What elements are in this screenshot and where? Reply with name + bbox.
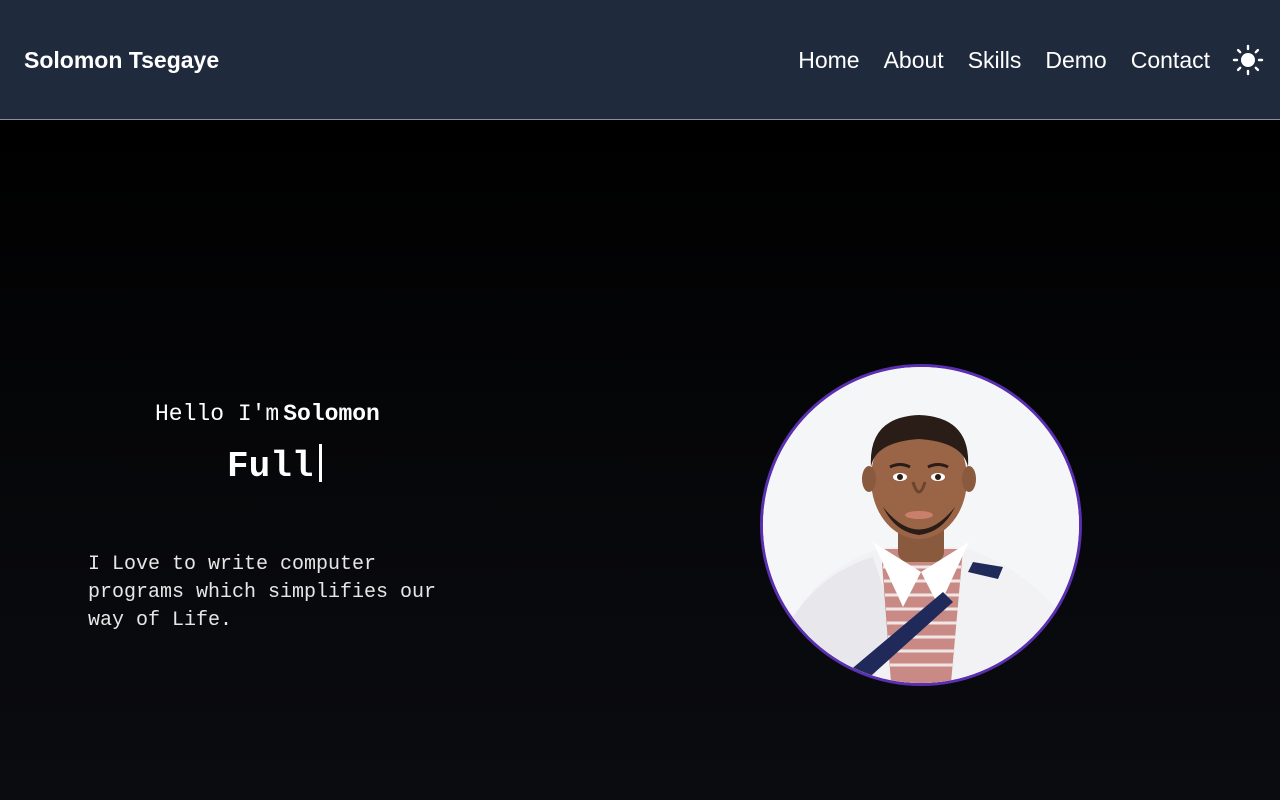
typing-caret <box>319 444 323 482</box>
nav-links: Home About Skills Demo Contact <box>798 44 1210 76</box>
nav-link-demo[interactable]: Demo <box>1045 44 1106 76</box>
portrait-illustration <box>763 367 1079 683</box>
hero-tagline: I Love to write computer programs which … <box>88 553 437 632</box>
hero-section: Hello I'm Solomon Full I Love to write co… <box>0 121 1280 800</box>
typed-role-text: Full <box>227 444 323 489</box>
profile-photo <box>760 364 1082 686</box>
greeting-name: Solomon <box>283 401 380 427</box>
nav-link-skills[interactable]: Skills <box>968 44 1022 76</box>
nav-link-contact[interactable]: Contact <box>1131 44 1210 76</box>
theme-toggle-button[interactable] <box>1232 44 1264 76</box>
top-navbar: Solomon Tsegaye Home About Skills Demo C… <box>0 0 1280 120</box>
typed-text: Full <box>227 446 314 487</box>
brand-name[interactable]: Solomon Tsegaye <box>24 44 219 76</box>
nav-link-about[interactable]: About <box>884 44 944 76</box>
sun-icon <box>1232 44 1264 76</box>
nav-link-home[interactable]: Home <box>798 44 859 76</box>
hero-greeting: Hello I'm Solomon <box>155 399 380 429</box>
greeting-prefix: Hello I'm <box>155 401 280 427</box>
